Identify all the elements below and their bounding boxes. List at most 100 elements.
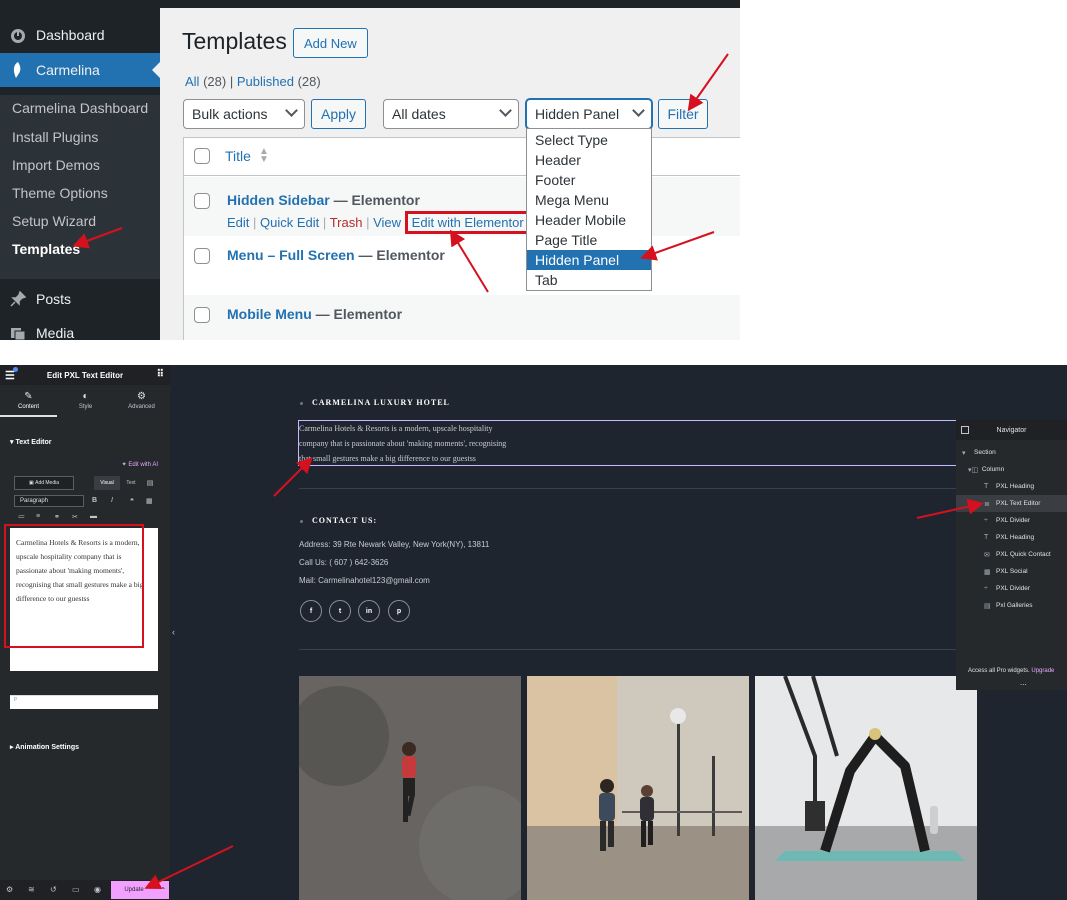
tab-advanced[interactable]: ⚙ Advanced [113,387,170,417]
nav-item-pxl-heading[interactable]: T PXL Heading [984,529,1067,546]
view-link[interactable]: View [373,215,401,230]
filter-published-link[interactable]: Published [237,74,294,89]
add-new-button[interactable]: Add New [293,28,368,58]
dropdown-option[interactable]: Mega Menu [527,190,651,210]
contact-mail: Mail: Carmelinahotel123@gmail.com [299,576,430,585]
filter-button[interactable]: Filter [658,99,708,129]
navigator-title: Navigator [996,426,1027,434]
nav-item-pxl-heading[interactable]: T PXL Heading [984,478,1067,495]
pinterest-icon[interactable]: p [388,600,410,622]
read-more-icon[interactable]: ▬ [90,513,97,520]
facebook-icon[interactable]: f [300,600,322,622]
row-title-link[interactable]: Hidden Sidebar — Elementor [227,192,420,208]
twitter-icon[interactable]: t [329,600,351,622]
menu-label: Posts [36,291,72,307]
submenu-setup-wizard[interactable]: Setup Wizard [12,213,96,229]
visual-tab[interactable]: Visual [94,476,120,490]
chevron-up-icon[interactable]: ⌃ [157,881,169,899]
bullet-list-icon[interactable]: ≔ [18,513,25,521]
tab-content[interactable]: ✎ Content [0,387,57,417]
nav-item-pxl-quick-contact[interactable]: ✉ PXL Quick Contact [984,546,1067,563]
nav-item-pxl-divider[interactable]: ÷ PXL Divider [984,580,1067,597]
bulk-actions-select[interactable]: Bulk actions [183,99,305,129]
edit-with-ai-button[interactable]: ✦ Edit with AI [122,461,158,468]
trash-link[interactable]: Trash [330,215,363,230]
submenu-import-demos[interactable]: Import Demos [12,157,100,173]
menu-item-media[interactable]: Media [0,316,160,340]
submenu-install-plugins[interactable]: Install Plugins [12,129,98,145]
navigator-panel: Navigator ▾ Section ▾◫ Column T PXL Headin… [956,420,1067,690]
numbered-list-icon[interactable]: ≡ [36,513,40,520]
section-animation-settings[interactable]: ▸ Animation Settings [10,743,79,751]
blockquote-icon[interactable]: ❝ [130,497,134,505]
select-all-checkbox[interactable] [194,148,210,164]
bold-icon[interactable]: B [92,497,97,504]
menu-item-carmelina[interactable]: Carmelina [0,53,160,87]
gallery-icon: ▤ [984,602,991,610]
canvas-heading-hotel[interactable]: CARMELINA LUXURY HOTEL [312,398,450,407]
italic-icon[interactable]: I [111,497,113,504]
apply-button[interactable]: Apply [311,99,366,129]
dropdown-option[interactable]: Page Title [527,230,651,250]
gallery-image-yoga[interactable] [755,676,977,900]
format-select[interactable]: Paragraph [14,495,84,507]
nav-item-pxl-social[interactable]: ▦ PXL Social [984,563,1067,580]
sort-icon[interactable]: ▲ ▼ [259,147,269,165]
canvas-heading-contact[interactable]: CONTACT US: [312,516,377,525]
tab-style[interactable]: ◐ Style [57,387,114,417]
bullet-dot [300,520,303,523]
responsive-icon[interactable]: ▭ [72,885,80,894]
row-checkbox[interactable] [194,193,210,209]
submenu-carmelina-dashboard[interactable]: Carmelina Dashboard [12,100,148,116]
preview-eye-icon[interactable]: ◉ [94,885,101,894]
dates-select[interactable]: All dates [383,99,519,129]
text-tab[interactable]: Text [120,476,142,490]
heading-icon: T [984,483,989,490]
section-text-editor[interactable]: ▾ Text Editor [10,438,52,446]
dropdown-option[interactable]: Footer [527,170,651,190]
dropdown-option[interactable]: Select Type [527,130,651,150]
menu-item-dashboard[interactable]: Dashboard [0,18,160,52]
navigator-header: Navigator [956,420,1067,440]
gallery-image-joggers[interactable] [527,676,749,900]
gallery-image-runner[interactable] [299,676,521,900]
expand-all-icon[interactable] [961,426,969,434]
settings-icon[interactable]: ⚙ [6,885,13,894]
edit-with-elementor-link[interactable]: Edit with Elementor [404,211,531,234]
toolbar-toggle-icon[interactable]: ▦ [146,497,153,505]
nav-item-pxl-divider[interactable]: ÷ PXL Divider [984,512,1067,529]
layers-icon[interactable]: ≋ [28,885,35,894]
filter-all-link[interactable]: All [185,74,199,89]
column-title[interactable]: Title [225,148,251,164]
navigator-resize-handle[interactable]: ... [1020,678,1027,687]
dropdown-option-selected[interactable]: Hidden Panel [527,250,651,270]
dropdown-option[interactable]: Tab [527,270,651,290]
unlink-icon[interactable]: ✂ [72,513,78,521]
edit-link[interactable]: Edit [227,215,249,230]
quick-edit-link[interactable]: Quick Edit [260,215,319,230]
row-title-link[interactable]: Mobile Menu — Elementor [227,306,402,322]
widgets-grid-icon[interactable]: ⠿ [157,369,164,380]
canvas-text-editor-widget[interactable]: Carmelina Hotels & Resorts is a modern, … [299,421,599,466]
template-type-select[interactable]: Hidden Panel [526,99,652,129]
fullscreen-icon[interactable]: ▤ [144,476,156,490]
add-media-button[interactable]: ▣ Add Media [14,476,74,490]
nav-item-pxl-text-editor[interactable]: ≣ PXL Text Editor [956,495,1067,512]
history-icon[interactable]: ↺ [50,885,57,894]
row-checkbox[interactable] [194,248,210,264]
nav-item-column[interactable]: ▾◫ Column [968,461,1067,478]
dropdown-option[interactable]: Header [527,150,651,170]
submenu-templates[interactable]: Templates [12,241,80,257]
submenu-theme-options[interactable]: Theme Options [12,185,108,201]
menu-item-posts[interactable]: Posts [0,282,160,316]
template-type-value: Hidden Panel [535,106,620,122]
row-title-link[interactable]: Menu – Full Screen — Elementor [227,247,445,263]
row-checkbox[interactable] [194,307,210,323]
update-button[interactable]: Update [111,881,157,899]
upgrade-link[interactable]: Upgrade [1031,668,1054,674]
linkedin-icon[interactable]: in [358,600,380,622]
nav-item-section[interactable]: ▾ Section [962,444,1067,461]
nav-item-pxl-galleries[interactable]: ▤ Pxl Galleries [984,597,1067,614]
link-icon[interactable]: ⚭ [54,513,60,521]
dropdown-option[interactable]: Header Mobile [527,210,651,230]
